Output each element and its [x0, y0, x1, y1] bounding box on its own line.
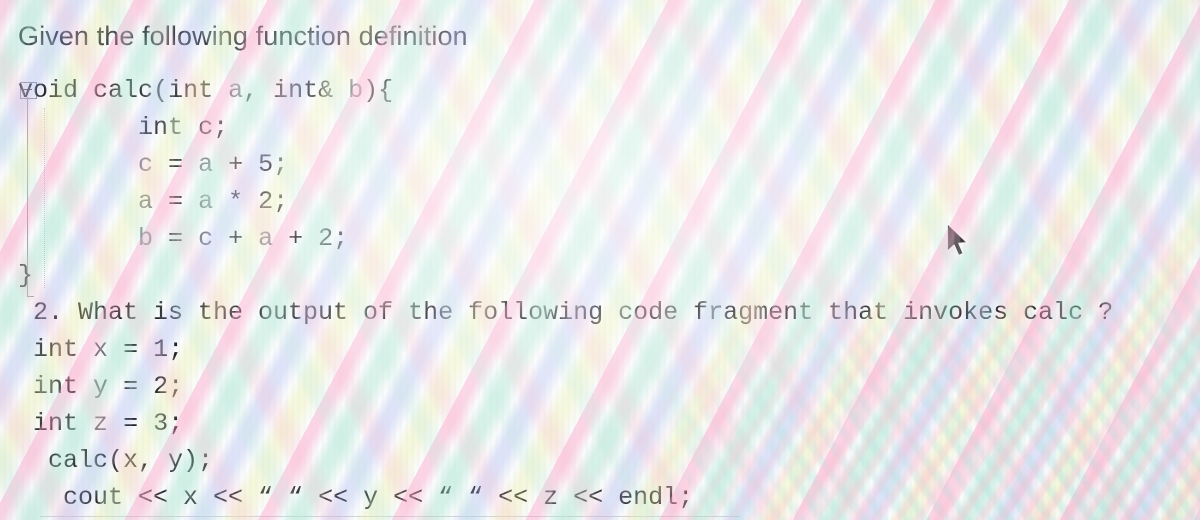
code-line-assign-a[interactable]: a = a * 2; — [18, 183, 1113, 220]
text-underline-artifact — [40, 516, 740, 517]
code-token-var: c — [198, 224, 214, 253]
code-token-var: b — [138, 224, 154, 253]
code-token-plain: + — [213, 224, 259, 253]
code-token-plain: = — [153, 187, 199, 216]
code-token-str: “ “ — [258, 483, 304, 512]
code-line-call-calc[interactable]: calc(x, y); — [18, 442, 1113, 479]
code-line-decl-y[interactable]: int y = 2; — [18, 368, 1113, 405]
code-token-var: a — [228, 76, 244, 105]
code-token-plain: , — [243, 76, 274, 105]
code-token-plain: << z << endl; — [483, 483, 694, 512]
code-token-plain: = — [108, 372, 154, 401]
code-token-var: y — [93, 372, 109, 401]
code-token-plain: = — [108, 409, 154, 438]
code-line-close-brace[interactable]: } — [18, 257, 1113, 294]
code-token-plain: ; — [168, 372, 184, 401]
code-token-plain: ; — [333, 224, 349, 253]
code-token-plain: calc — [93, 76, 154, 105]
code-token-keyword: int — [168, 76, 214, 105]
code-token-keyword: int — [33, 372, 79, 401]
page-title: Given the following function definition — [18, 21, 468, 51]
code-token-keyword: int — [33, 409, 79, 438]
code-token-plain: + — [213, 150, 259, 179]
code-token-num: 2 — [153, 372, 169, 401]
code-token-keyword: void — [18, 76, 79, 105]
code-token-plain: & — [318, 76, 349, 105]
code-token-plain: ( — [153, 76, 169, 105]
code-token-var: x — [93, 335, 109, 364]
code-token-num: 5 — [258, 150, 274, 179]
code-token-plain: ; — [273, 150, 289, 179]
screenshot-canvas: Given the following function definition … — [0, 0, 1200, 520]
code-line-decl-z[interactable]: int z = 3; — [18, 405, 1113, 442]
code-token-plain: c — [198, 113, 214, 142]
code-token-var: b — [348, 76, 364, 105]
code-token-plain: ; — [168, 335, 184, 364]
code-token-plain: = — [153, 224, 199, 253]
code-token-plain: = — [108, 335, 154, 364]
code-token-keyword: int — [273, 76, 319, 105]
code-line-decl-x[interactable]: int x = 1; — [18, 331, 1113, 368]
code-token-var: a — [198, 150, 214, 179]
code-token-keyword: int — [138, 113, 184, 142]
code-token-var: a — [138, 187, 154, 216]
code-token-plain: } — [18, 261, 34, 290]
code-token-var: c — [138, 150, 154, 179]
code-token-var: z — [93, 409, 109, 438]
code-token-plain: + — [273, 224, 319, 253]
code-token-plain: cout << x << — [18, 483, 259, 512]
code-line-decl-c[interactable]: int c; — [18, 109, 1113, 146]
code-token-plain: 2. What is the output of the following c… — [18, 298, 1114, 327]
code-token-plain: ){ — [363, 76, 394, 105]
code-token-num: 1 — [153, 335, 169, 364]
code-line-question-2[interactable]: 2. What is the output of the following c… — [18, 294, 1113, 331]
code-token-plain: ; — [168, 409, 184, 438]
code-line-cout-line[interactable]: cout << x << “ “ << y << “ “ << z << end… — [18, 479, 1113, 516]
code-token-keyword: int — [33, 335, 79, 364]
code-token-num: 3 — [153, 409, 169, 438]
code-block[interactable]: void calc(int a, int& b){ int c; c = a +… — [18, 72, 1113, 516]
code-token-num: 2 — [318, 224, 334, 253]
code-token-var: a — [258, 224, 274, 253]
code-token-plain: << y << — [303, 483, 439, 512]
code-token-plain: ; — [213, 113, 229, 142]
code-token-var: a — [198, 187, 214, 216]
code-line-assign-c[interactable]: c = a + 5; — [18, 146, 1113, 183]
mouse-pointer-icon — [946, 222, 969, 257]
code-token-plain: * — [213, 187, 259, 216]
code-token-plain: ; — [273, 187, 289, 216]
code-token-plain: = — [153, 150, 199, 179]
code-token-num: 2 — [258, 187, 274, 216]
code-line-func-signature[interactable]: void calc(int a, int& b){ — [18, 72, 1113, 109]
code-token-plain: calc(x, y); — [18, 446, 214, 475]
code-editor-surface: Given the following function definition … — [0, 0, 1200, 520]
code-token-str: “ “ — [438, 483, 484, 512]
